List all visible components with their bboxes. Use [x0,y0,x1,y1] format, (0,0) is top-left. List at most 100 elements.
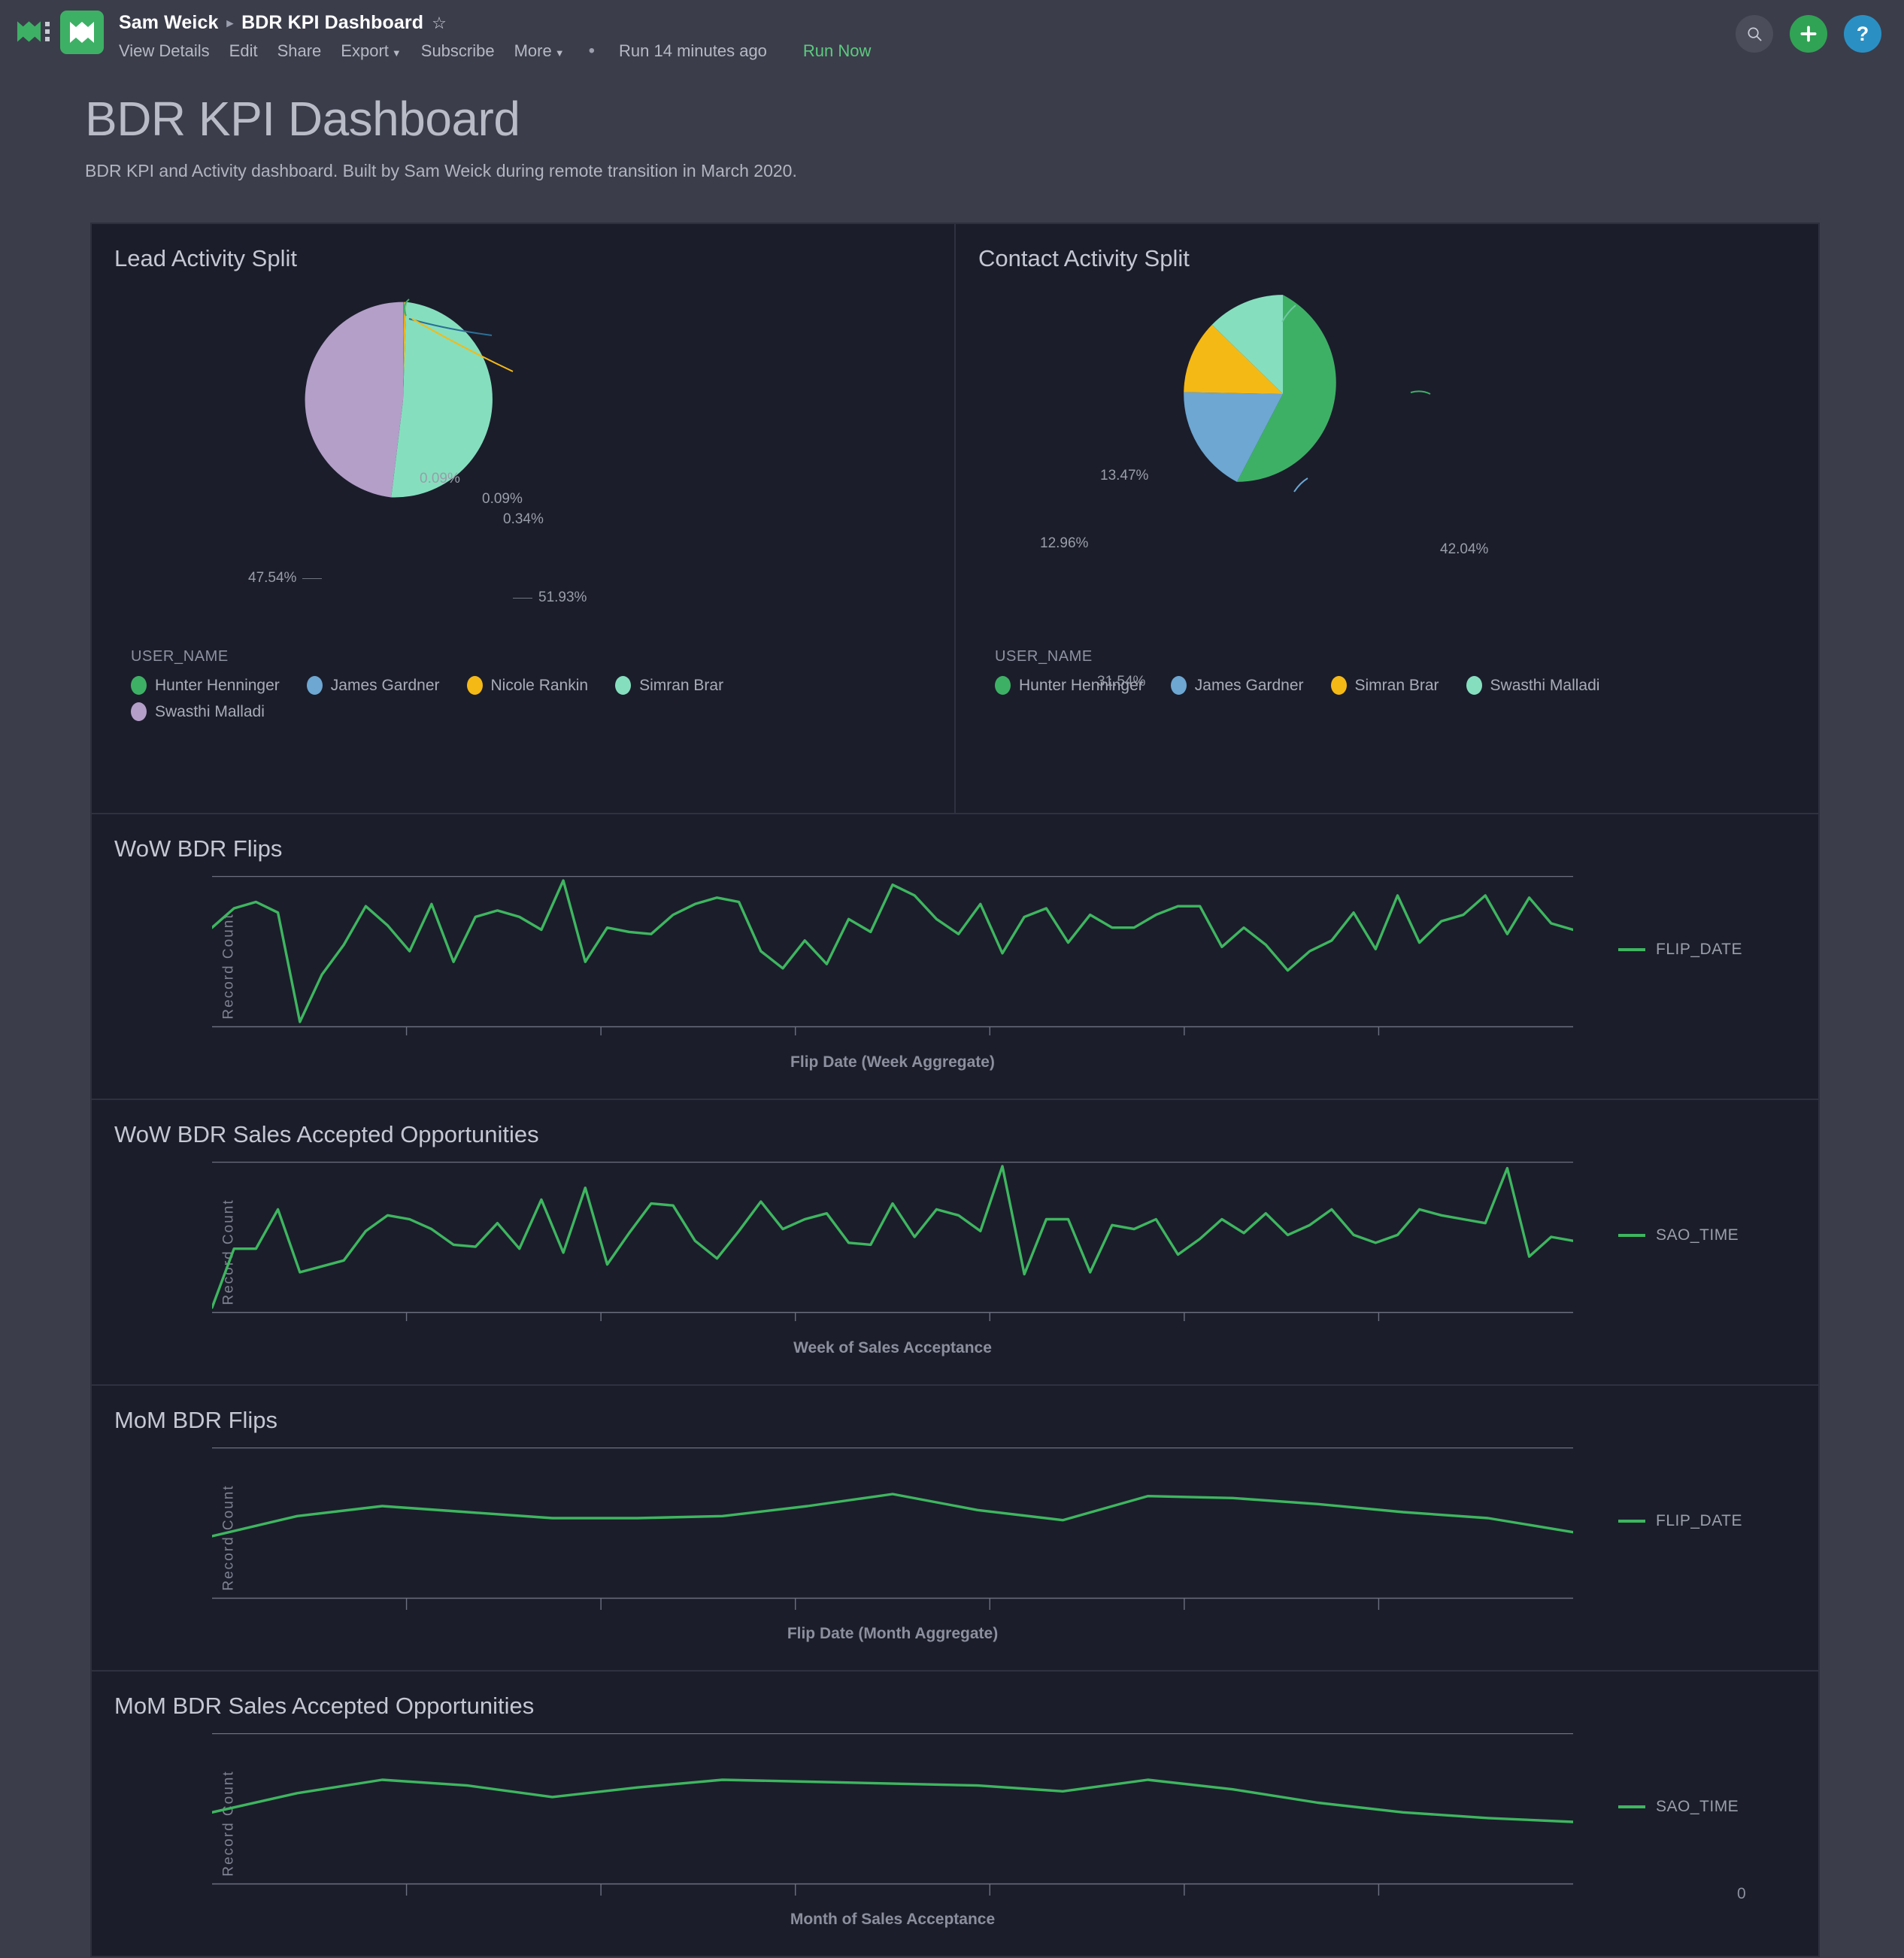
legend-title: USER_NAME [995,648,1818,665]
run-now-button[interactable]: Run Now [803,41,871,61]
dashboard-grid: Lead Activity Split [90,223,1820,1957]
series-line [212,1166,1573,1308]
breadcrumb-owner[interactable]: Sam Weick [119,12,218,34]
legend-swatch-icon [615,676,631,695]
series-legend-sao-time[interactable]: SAO_TIME [1618,1226,1739,1244]
line-chart-svg [212,1733,1573,1900]
chart-title: WoW BDR Sales Accepted Opportunities [92,1100,1818,1148]
legend-item-swasthi-malladi[interactable]: Swasthi Malladi [1466,676,1600,695]
legend-item-james-gardner[interactable]: James Gardner [1171,676,1304,695]
chart-card-mom-bdr-sao[interactable]: MoM BDR Sales Accepted Opportunities Rec… [91,1671,1819,1956]
legend-swatch-icon [307,676,323,695]
help-button[interactable]: ? [1844,15,1881,53]
line-chart-svg [212,876,1573,1043]
legend-item-simran-brar[interactable]: Simran Brar [615,676,723,695]
line-chart-svg [212,1162,1573,1329]
menu-item-more[interactable]: More▼ [514,41,565,61]
x-axis-zero-tick: 0 [1737,1885,1746,1903]
x-axis-label: Flip Date (Month Aggregate) [212,1625,1573,1643]
legend-swatch-icon [1331,676,1347,695]
chart-title: MoM BDR Flips [92,1386,1818,1434]
legend-swatch-icon [467,676,483,695]
legend-line-icon [1618,1805,1645,1808]
chevron-down-icon: ▼ [555,47,565,59]
pie-label-swasthi: 13.47% [1100,468,1148,484]
chart-plot-area: Record Count [92,876,1818,1056]
line-chart-svg [212,1447,1573,1614]
chart-card-lead-activity-split[interactable]: Lead Activity Split [91,223,955,814]
line-plot-mom-flips[interactable] [212,1447,1573,1598]
series-legend-sao-time[interactable]: SAO_TIME [1618,1798,1739,1816]
top-right-actions: ? [1736,15,1881,53]
pie-label-hunter: 42.04% [1440,541,1488,558]
pie-label-swasthi: 47.54% [248,570,322,586]
menu-separator-dot: • [589,41,595,62]
legend-item-nicole-rankin[interactable]: Nicole Rankin [467,676,589,695]
chart-plot-area: Record Count [92,1447,1818,1628]
legend-line-icon [1618,948,1645,951]
chart-title: Contact Activity Split [956,224,1818,272]
add-button[interactable] [1790,15,1827,53]
legend-contact-activity: USER_NAME Hunter Henninger James Gardner… [956,648,1818,702]
menu-item-export[interactable]: Export▼ [341,41,401,61]
pie-label-nicole: 0.34% [503,511,544,528]
x-axis-label: Month of Sales Acceptance [212,1911,1573,1929]
legend-line-icon [1618,1234,1645,1237]
series-line [212,880,1573,1022]
search-icon[interactable] [1736,15,1773,53]
legend-lead-activity: USER_NAME Hunter Henninger James Gardner… [92,648,954,729]
menu-item-subscribe[interactable]: Subscribe [421,41,495,61]
x-axis-label: Week of Sales Acceptance [212,1339,1573,1357]
chart-card-contact-activity-split[interactable]: Contact Activity Split [955,223,1819,814]
mode-app-icon[interactable] [60,11,104,54]
chart-card-wow-bdr-sao[interactable]: WoW BDR Sales Accepted Opportunities Rec… [91,1099,1819,1385]
chart-title: WoW BDR Flips [92,814,1818,862]
dashboard-row-wow-flips: WoW BDR Flips Record Count Flip Date (We… [91,814,1819,1099]
pie-chart-lead-activity[interactable]: 0.09% 0.09% 0.34% 51.93% 47.54% [92,272,954,648]
menu-item-share[interactable]: Share [277,41,322,61]
pie-label-james: 0.09% [482,491,523,508]
series-legend-flip-date[interactable]: FLIP_DATE [1618,1512,1742,1530]
series-line [212,1494,1573,1536]
breadcrumb-separator-icon: ▸ [226,16,233,31]
menu-item-edit[interactable]: Edit [229,41,258,61]
legend-items: Hunter Henninger James Gardner Nicole Ra… [131,676,883,729]
series-legend-flip-date[interactable]: FLIP_DATE [1618,941,1742,959]
menu-item-view-details[interactable]: View Details [119,41,210,61]
pie-label-simran: 51.93% [513,590,587,606]
chevron-down-icon: ▼ [392,47,402,59]
mode-logo-icon[interactable] [17,15,50,48]
page-header: BDR KPI Dashboard BDR KPI and Activity d… [0,71,1904,181]
legend-item-simran-brar[interactable]: Simran Brar [1331,676,1439,695]
series-line [212,1780,1573,1822]
breadcrumb-report[interactable]: BDR KPI Dashboard [241,12,423,34]
legend-line-icon [1618,1520,1645,1523]
pie-chart-contact-activity[interactable]: 13.47% 12.96% 31.54% 42.04% [956,272,1818,648]
favorite-star-icon[interactable]: ☆ [432,14,447,33]
chart-title: Lead Activity Split [92,224,954,272]
pie-leader-lines-lead [280,272,596,468]
legend-item-hunter-henninger[interactable]: Hunter Henninger [131,676,280,695]
line-plot-wow-flips[interactable] [212,876,1573,1026]
pie-label-hunter: 0.09% [420,471,460,487]
chart-card-wow-bdr-flips[interactable]: WoW BDR Flips Record Count Flip Date (We… [91,814,1819,1099]
legend-item-james-gardner[interactable]: James Gardner [307,676,440,695]
legend-item-swasthi-malladi[interactable]: Swasthi Malladi [131,702,856,721]
legend-swatch-icon [131,676,147,695]
chart-card-mom-bdr-flips[interactable]: MoM BDR Flips Record Count Flip Date (Mo… [91,1385,1819,1671]
pie-leader-lines-contact [1099,272,1475,513]
legend-swatch-icon [1466,676,1482,695]
kebab-menu-icon[interactable] [45,22,50,41]
top-navigation-bar: Sam Weick ▸ BDR KPI Dashboard ☆ View Det… [0,0,1904,71]
chart-title: MoM BDR Sales Accepted Opportunities [92,1672,1818,1720]
legend-swatch-icon [995,676,1011,695]
breadcrumb: Sam Weick ▸ BDR KPI Dashboard ☆ [119,12,1736,34]
chart-plot-area: Record Count [92,1733,1818,1914]
line-plot-mom-sao[interactable] [212,1733,1573,1884]
dashboard-row-mom-sao: MoM BDR Sales Accepted Opportunities Rec… [91,1671,1819,1956]
page-title: BDR KPI Dashboard [85,94,1904,144]
x-axis-label: Flip Date (Week Aggregate) [212,1053,1573,1071]
line-plot-wow-sao[interactable] [212,1162,1573,1312]
legend-swatch-icon [1171,676,1187,695]
nav-column: Sam Weick ▸ BDR KPI Dashboard ☆ View Det… [119,6,1736,62]
